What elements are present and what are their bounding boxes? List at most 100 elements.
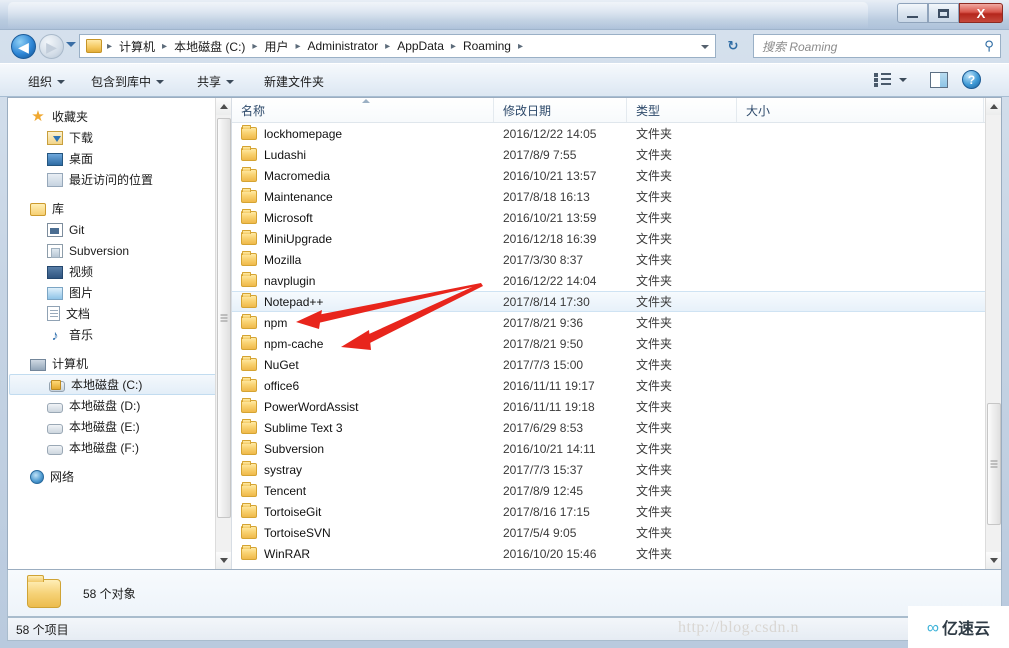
column-header-size[interactable]: 大小: [737, 98, 984, 122]
address-dropdown-icon[interactable]: [701, 45, 709, 49]
table-row[interactable]: Mozilla 2017/3/30 8:37 文件夹: [232, 249, 1001, 270]
sidebar-group-header-3[interactable]: 网络: [8, 466, 231, 487]
file-scroll-down-button[interactable]: [986, 552, 1001, 569]
recent-pages-chevron-down-icon[interactable]: [66, 42, 76, 47]
forward-button[interactable]: ▶: [39, 34, 64, 59]
network-icon: [30, 470, 44, 484]
breadcrumb-item-1[interactable]: 本地磁盘 (C:): [170, 36, 249, 57]
change-view-button[interactable]: [874, 72, 907, 87]
column-header-type-label: 类型: [636, 103, 661, 118]
breadcrumb-item-5[interactable]: Roaming: [459, 37, 515, 55]
column-header-type[interactable]: 类型: [627, 98, 737, 122]
sidebar-item-文档[interactable]: 文档: [8, 303, 231, 324]
table-row[interactable]: MiniUpgrade 2016/12/18 16:39 文件夹: [232, 228, 1001, 249]
sidebar-item-视频[interactable]: 视频: [8, 261, 231, 282]
file-type-cell: 文件夹: [636, 232, 673, 246]
breadcrumb-item-4[interactable]: AppData: [393, 37, 448, 55]
file-type-cell: 文件夹: [636, 400, 673, 414]
sidebar-item-本地磁盘 (D:)[interactable]: 本地磁盘 (D:): [8, 395, 231, 416]
breadcrumb-item-3[interactable]: Administrator: [303, 37, 382, 55]
sidebar-item-Git[interactable]: Git: [8, 219, 231, 240]
column-header-name[interactable]: 名称: [232, 98, 494, 122]
table-row[interactable]: Sublime Text 3 2017/6/29 8:53 文件夹: [232, 417, 1001, 438]
sidebar-item-本地磁盘 (F:)[interactable]: 本地磁盘 (F:): [8, 437, 231, 458]
table-row[interactable]: Maintenance 2017/8/18 16:13 文件夹: [232, 186, 1001, 207]
sidebar-group-label: 库: [52, 202, 65, 216]
table-row[interactable]: systray 2017/7/3 15:37 文件夹: [232, 459, 1001, 480]
table-row[interactable]: WinRAR 2016/10/20 15:46 文件夹: [232, 543, 1001, 564]
file-name-label: NuGet: [264, 357, 299, 372]
file-scroll-thumb[interactable]: [987, 403, 1001, 525]
table-row[interactable]: Ludashi 2017/8/9 7:55 文件夹: [232, 144, 1001, 165]
file-name-label: TortoiseSVN: [264, 525, 331, 540]
library-icon: [30, 203, 46, 216]
folder-icon: [241, 482, 257, 497]
file-scroll-up-button[interactable]: [986, 98, 1001, 115]
share-menu-button[interactable]: 共享: [191, 71, 240, 92]
folder-icon: [241, 146, 257, 161]
sidebar-item-音乐[interactable]: ♪ 音乐: [8, 324, 231, 345]
folder-icon: [241, 356, 257, 371]
scroll-grip-icon: [220, 314, 228, 322]
sidebar-group-header-2[interactable]: 计算机: [8, 353, 231, 374]
table-row[interactable]: PowerWordAssist 2016/11/11 19:18 文件夹: [232, 396, 1001, 417]
help-icon[interactable]: ?: [962, 70, 981, 89]
new-folder-button[interactable]: 新建文件夹: [258, 71, 330, 92]
search-icon: ⚲: [984, 38, 994, 53]
title-bar-glass: [8, 2, 868, 28]
table-row[interactable]: npm-cache 2017/8/21 9:50 文件夹: [232, 333, 1001, 354]
sidebar-item-图片[interactable]: 图片: [8, 282, 231, 303]
sidebar-item-下载[interactable]: 下载: [8, 127, 231, 148]
file-date-cell: 2016/12/18 16:39: [503, 231, 597, 246]
sidebar-item-Subversion[interactable]: Subversion: [8, 240, 231, 261]
file-type-cell: 文件夹: [636, 127, 673, 141]
brand-mark-icon: ∞: [926, 617, 940, 637]
back-button[interactable]: ◀: [11, 34, 36, 59]
sidebar-item-最近访问的位置[interactable]: 最近访问的位置: [8, 169, 231, 190]
column-header-date[interactable]: 修改日期: [494, 98, 627, 122]
breadcrumb[interactable]: ▸ 计算机 ▸ 本地磁盘 (C:) ▸ 用户 ▸ Administrator ▸…: [79, 34, 716, 58]
table-row[interactable]: Notepad++ 2017/8/14 17:30 文件夹: [232, 291, 1001, 312]
sidebar-item-本地磁盘 (C:)[interactable]: 本地磁盘 (C:): [9, 374, 225, 395]
breadcrumb-item-2[interactable]: 用户: [260, 36, 292, 57]
search-input[interactable]: 搜索 Roaming ⚲: [753, 34, 1001, 58]
brand-watermark: ∞ 亿速云: [908, 606, 1009, 648]
file-list-scrollbar[interactable]: [985, 98, 1001, 569]
table-row[interactable]: Subversion 2016/10/21 14:11 文件夹: [232, 438, 1001, 459]
refresh-button[interactable]: ↻: [722, 35, 744, 57]
preview-pane-icon[interactable]: [930, 72, 948, 88]
table-row[interactable]: TortoiseSVN 2017/5/4 9:05 文件夹: [232, 522, 1001, 543]
navigation-pane[interactable]: ★ 收藏夹 下载 桌面最近访问的位置库 Git Subversion 视频 图片 文档 ♪ 音乐计算…: [8, 98, 232, 569]
include-in-library-button[interactable]: 包含到库中: [85, 71, 170, 92]
organize-menu-button[interactable]: 组织: [22, 71, 71, 92]
maximize-button[interactable]: [928, 3, 959, 23]
sidebar-scroll-up-button[interactable]: [216, 98, 231, 115]
close-button[interactable]: X: [959, 3, 1003, 23]
file-type-cell: 文件夹: [636, 484, 673, 498]
sidebar-item-label: 最近访问的位置: [69, 173, 154, 187]
folder-icon: [241, 398, 257, 413]
sidebar-group-header-1[interactable]: 库: [8, 198, 231, 219]
sidebar-item-本地磁盘 (E:)[interactable]: 本地磁盘 (E:): [8, 416, 231, 437]
file-name-label: PowerWordAssist: [264, 399, 359, 414]
chevron-down-icon: [156, 79, 165, 84]
file-list-pane[interactable]: 名称 修改日期 类型 大小 lockhomepage 2016/12/22 14:…: [232, 98, 1001, 569]
forward-arrow-icon: ▶: [46, 38, 57, 55]
table-row[interactable]: navplugin 2016/12/22 14:04 文件夹: [232, 270, 1001, 291]
sidebar-scroll-down-button[interactable]: [216, 552, 231, 569]
table-row[interactable]: Macromedia 2016/10/21 13:57 文件夹: [232, 165, 1001, 186]
sidebar-group-header-0[interactable]: ★ 收藏夹: [8, 106, 231, 127]
breadcrumb-item-0[interactable]: 计算机: [115, 36, 159, 57]
table-row[interactable]: npm 2017/8/21 9:36 文件夹: [232, 312, 1001, 333]
table-row[interactable]: lockhomepage 2016/12/22 14:05 文件夹: [232, 123, 1001, 144]
sidebar-item-桌面[interactable]: 桌面: [8, 148, 231, 169]
table-row[interactable]: NuGet 2017/7/3 15:00 文件夹: [232, 354, 1001, 375]
table-row[interactable]: Microsoft 2016/10/21 13:59 文件夹: [232, 207, 1001, 228]
sidebar-scroll-thumb[interactable]: [217, 118, 231, 518]
table-row[interactable]: Tencent 2017/8/9 12:45 文件夹: [232, 480, 1001, 501]
minimize-button[interactable]: [897, 3, 928, 23]
star-icon: ★: [31, 107, 45, 125]
table-row[interactable]: office6 2016/11/11 19:17 文件夹: [232, 375, 1001, 396]
table-row[interactable]: TortoiseGit 2017/8/16 17:15 文件夹: [232, 501, 1001, 522]
sidebar-scrollbar[interactable]: [215, 98, 231, 569]
